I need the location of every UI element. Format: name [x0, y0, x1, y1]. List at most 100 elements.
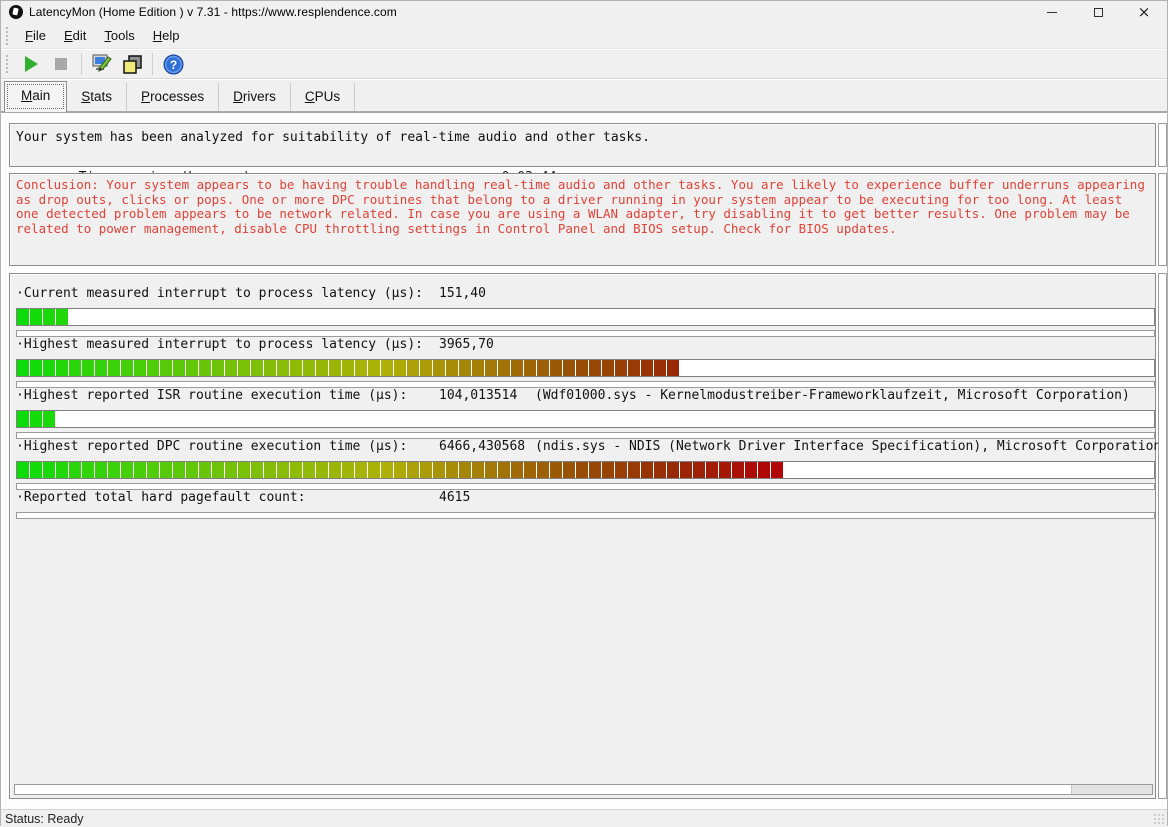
bar-segment — [589, 360, 601, 376]
toolbar-separator — [152, 53, 153, 75]
bar-segment — [43, 411, 55, 427]
bar-segment — [433, 462, 445, 478]
menu-item-file[interactable]: File — [16, 25, 55, 46]
bar-segment — [290, 360, 302, 376]
bar-segment — [706, 462, 718, 478]
stop-icon — [55, 58, 67, 70]
bar-segment — [69, 462, 81, 478]
monitor-tool-icon — [91, 53, 113, 75]
bar-segment — [121, 462, 133, 478]
menu-item-tools[interactable]: Tools — [95, 25, 143, 46]
bar-segment — [225, 360, 237, 376]
toolbar-gripper[interactable] — [6, 55, 10, 73]
menu-item-edit[interactable]: Edit — [55, 25, 95, 46]
bar-segment — [537, 360, 549, 376]
bar-strip — [16, 432, 1155, 439]
bar-strip — [16, 483, 1155, 490]
horizontal-scrollbar-thumb[interactable] — [15, 785, 1072, 794]
measurement-detail: (Wdf01000.sys - Kernelmodustreiber-Frame… — [535, 388, 1130, 403]
bar-segment — [264, 462, 276, 478]
bar-segment — [446, 462, 458, 478]
bar-segment — [394, 360, 406, 376]
menu-item-help[interactable]: Help — [144, 25, 189, 46]
bar-segment — [602, 462, 614, 478]
tab-cpus[interactable]: CPUs — [291, 83, 355, 111]
bar-segment — [680, 462, 692, 478]
bar-segment — [667, 360, 679, 376]
measurement-row: ·Highest measured interrupt to process l… — [16, 337, 1155, 388]
close-button[interactable]: × — [1121, 1, 1167, 23]
conclusion-panel: Conclusion: Your system appears to be ha… — [9, 173, 1156, 266]
bar-segment — [147, 462, 159, 478]
main-tab-page: Your system has been analyzed for suitab… — [1, 113, 1167, 809]
bar-segment — [615, 462, 627, 478]
window-title: LatencyMon (Home Edition ) v 7.31 - http… — [29, 5, 397, 19]
options-button[interactable] — [89, 52, 115, 76]
measurement-value: 151,40 — [439, 286, 525, 301]
horizontal-scrollbar[interactable] — [14, 784, 1153, 795]
latency-bar — [16, 308, 1155, 326]
measurements-vertical-scrollbar[interactable] — [1158, 273, 1167, 799]
bar-segment — [355, 360, 367, 376]
measurement-row: ·Current measured interrupt to process l… — [16, 286, 1155, 337]
tab-main[interactable]: Main — [4, 81, 67, 112]
bar-segment — [43, 462, 55, 478]
bar-segment — [30, 462, 42, 478]
conclusion-vertical-scrollbar[interactable] — [1158, 173, 1167, 266]
bar-segment — [134, 462, 146, 478]
measurement-label: ·Highest measured interrupt to process l… — [16, 337, 439, 352]
tab-bar: MainStatsProcessesDriversCPUs — [1, 80, 1167, 113]
resize-grip[interactable] — [1153, 813, 1165, 825]
bar-segment — [524, 462, 536, 478]
maximize-icon — [1094, 8, 1103, 17]
bar-segment — [316, 462, 328, 478]
bar-segment — [160, 462, 172, 478]
copy-report-button[interactable] — [119, 52, 145, 76]
bar-segment — [17, 411, 29, 427]
menubar-gripper[interactable] — [6, 27, 10, 45]
bar-segment — [407, 462, 419, 478]
bar-segment — [511, 360, 523, 376]
bar-segment — [199, 462, 211, 478]
bar-segment — [576, 360, 588, 376]
bar-segment — [628, 462, 640, 478]
bar-segment — [43, 309, 55, 325]
measurements-panel: ·Current measured interrupt to process l… — [9, 273, 1156, 799]
bar-segment — [147, 360, 159, 376]
bar-segment — [563, 462, 575, 478]
measurement-label: ·Highest reported ISR routine execution … — [16, 388, 439, 403]
help-button[interactable]: ? — [160, 52, 186, 76]
bar-segment — [82, 462, 94, 478]
bar-segment — [108, 462, 120, 478]
bar-strip — [16, 512, 1155, 519]
bar-segment — [56, 462, 68, 478]
bar-segment — [95, 462, 107, 478]
bar-segment — [459, 360, 471, 376]
minimize-icon — [1047, 12, 1057, 13]
maximize-button[interactable] — [1075, 1, 1121, 23]
bar-segment — [771, 462, 783, 478]
bar-segment — [420, 360, 432, 376]
bar-segment — [212, 360, 224, 376]
bar-segment — [459, 462, 471, 478]
tab-drivers[interactable]: Drivers — [219, 83, 291, 111]
bar-segment — [43, 360, 55, 376]
bar-segment — [17, 360, 29, 376]
tab-stats[interactable]: Stats — [67, 83, 127, 111]
start-button[interactable] — [18, 52, 44, 76]
stop-button[interactable] — [48, 52, 74, 76]
bar-segment — [316, 360, 328, 376]
bar-segment — [524, 360, 536, 376]
toolbar-separator — [81, 53, 82, 75]
bar-segment — [732, 462, 744, 478]
bar-segment — [30, 411, 42, 427]
bar-segment — [394, 462, 406, 478]
tab-processes[interactable]: Processes — [127, 83, 219, 111]
measurement-value: 104,013514 — [439, 388, 525, 403]
toolbar: ? — [1, 50, 1167, 79]
bar-segment — [446, 360, 458, 376]
bar-segment — [17, 309, 29, 325]
bar-segment — [654, 360, 666, 376]
minimize-button[interactable] — [1029, 1, 1075, 23]
analysis-vertical-scrollbar[interactable] — [1158, 123, 1167, 167]
